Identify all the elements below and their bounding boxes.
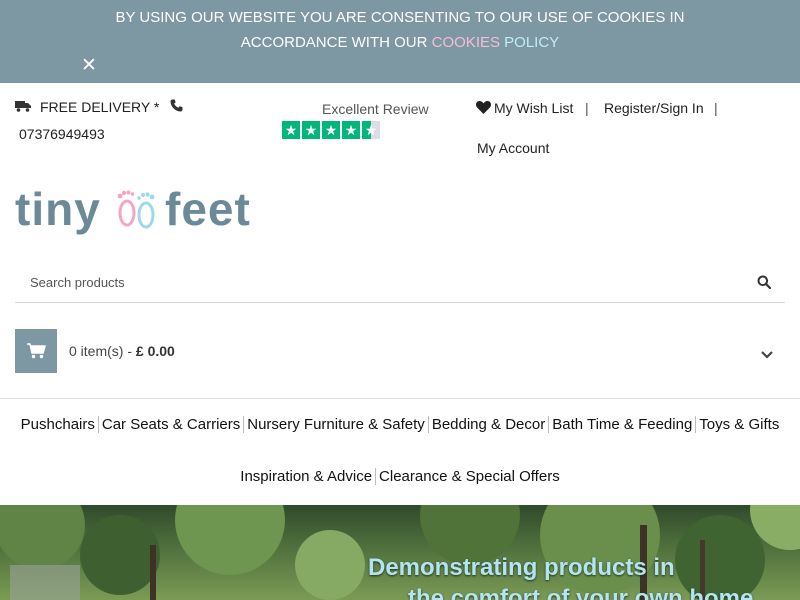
star-icon: ★ [342, 121, 360, 139]
nav-item-bedding-decor[interactable]: Bedding & Decor [427, 416, 548, 433]
truck-icon [15, 101, 31, 112]
hero-banner[interactable]: Demonstrating products in the comfort of… [0, 505, 800, 600]
nav-item-inspiration[interactable]: Inspiration & Advice [237, 468, 375, 485]
phone-number[interactable]: 07376949493 [19, 126, 105, 142]
nav-item-clearance[interactable]: Clearance & Special Offers [375, 468, 563, 485]
separator: | [585, 100, 589, 116]
search-icon[interactable] [757, 275, 771, 289]
logo-word-feet: feet [165, 183, 251, 235]
divider [0, 398, 800, 399]
cookie-message-line1: BY USING OUR WEBSITE YOU ARE CONSENTING … [115, 9, 685, 26]
nav-item-car-seats[interactable]: Car Seats & Carriers [97, 416, 243, 433]
trustpilot-rating: ★ ★ ★ ★ ★ [282, 121, 380, 139]
baby-feet-icon [117, 190, 155, 229]
wishlist-link[interactable]: My Wish List [494, 100, 573, 116]
star-icon: ★ [322, 121, 340, 139]
nav-item-pushchairs[interactable]: Pushchairs [18, 416, 98, 433]
nav-item-nursery-furniture[interactable]: Nursery Furniture & Safety [243, 416, 428, 433]
review-label: Excellent Review [322, 101, 429, 117]
my-account-link[interactable]: My Account [477, 140, 549, 156]
star-icon: ★ [302, 121, 320, 139]
separator: | [714, 100, 718, 116]
cookie-banner: BY USING OUR WEBSITE YOU ARE CONSENTING … [0, 0, 800, 83]
cart-button[interactable] [15, 329, 57, 373]
cookie-message-line2: ACCORDANCE WITH OUR [240, 34, 428, 51]
nav-row: Inspiration & Advice Clearance & Special … [0, 468, 800, 485]
close-icon[interactable]: ✕ [80, 56, 98, 75]
heart-icon[interactable] [476, 101, 491, 114]
register-signin-link[interactable]: Register/Sign In [604, 100, 704, 116]
half-star-icon: ★ [362, 121, 380, 139]
chevron-down-icon[interactable] [760, 348, 774, 362]
hero-headline-line2: the comfort of your own home [408, 585, 754, 600]
star-icon: ★ [282, 121, 300, 139]
shopping-cart-icon [27, 343, 46, 359]
nav-item-toys-gifts[interactable]: Toys & Gifts [695, 416, 782, 433]
cookies-link[interactable]: COOKIES [432, 34, 500, 51]
site-logo[interactable]: tiny feet [15, 182, 270, 236]
nav-item-bath-feeding[interactable]: Bath Time & Feeding [548, 416, 695, 433]
logo-word-tiny: tiny [15, 183, 101, 235]
search-input[interactable] [15, 263, 735, 301]
hero-headline: Demonstrating products in [368, 554, 675, 581]
search-bar [15, 263, 785, 303]
cart-summary[interactable]: 0 item(s) - £ 0.00 [69, 343, 175, 359]
cart-item-count: 0 item(s) - [69, 343, 132, 359]
cart-total: £ 0.00 [135, 343, 175, 359]
free-delivery-label: FREE DELIVERY * [40, 99, 160, 115]
phone-icon [170, 99, 183, 112]
nav-row: Pushchairs Car Seats & Carriers Nursery Fu… [0, 416, 800, 433]
policy-link[interactable]: POLICY [504, 34, 559, 51]
cookie-message: BY USING OUR WEBSITE YOU ARE CONSENTING … [100, 5, 700, 55]
